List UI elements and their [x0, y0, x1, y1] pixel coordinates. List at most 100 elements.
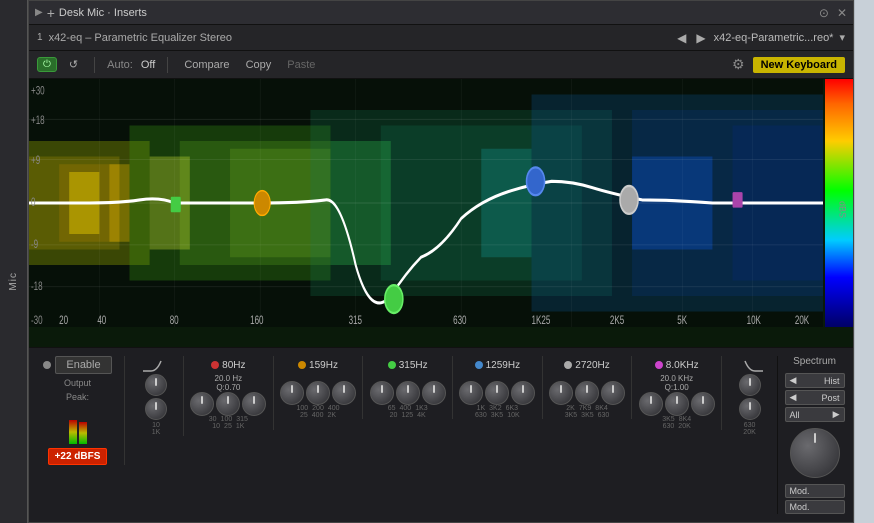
band-2720hz-q-knob[interactable] — [601, 381, 625, 405]
hp-knob-1[interactable] — [145, 374, 167, 396]
enable-button[interactable]: Enable — [55, 356, 111, 374]
band-80hz-label: 80Hz — [222, 360, 245, 371]
band-315hz-dot — [388, 361, 396, 369]
band-8khz-q-knob[interactable] — [691, 392, 715, 416]
eq-display: +30 +18 +9 0 -9 -18 -30 20 40 80 160 315… — [29, 79, 853, 347]
hp-icon — [141, 357, 171, 373]
band-8khz-freq-knob[interactable] — [665, 392, 689, 416]
meter-right — [79, 422, 87, 444]
band-2720hz-knobs — [549, 381, 625, 405]
plugin-filename: x42-eq-Parametric...reo* — [714, 32, 834, 44]
plugin-menu-arrow[interactable]: ▾ — [839, 31, 845, 44]
pin-button[interactable]: ⊙ — [819, 6, 829, 20]
svg-text:20: 20 — [59, 314, 68, 327]
lp-freq-labels: 630 20K — [743, 422, 755, 436]
band-1259hz-freq-knob[interactable] — [485, 381, 509, 405]
band-315hz-label: 315Hz — [399, 360, 428, 371]
svg-text:2K5: 2K5 — [610, 314, 624, 327]
band-159hz-section: 159Hz 100200400 254002K — [274, 356, 364, 419]
svg-text:-9: -9 — [31, 238, 38, 251]
prev-plugin-button[interactable]: ◀ — [675, 31, 688, 45]
mod1-button[interactable]: Mod. — [785, 484, 845, 498]
title-bar-text: Desk Mic · Inserts — [59, 7, 811, 19]
hist-button[interactable]: ◀ Hist — [785, 373, 845, 388]
band-159hz-ranges: 100200400 — [296, 405, 339, 412]
band-2720hz-ranges: 2K7K98K4 — [566, 405, 608, 412]
mod2-button[interactable]: Mod. — [785, 500, 845, 514]
svg-text:1K25: 1K25 — [532, 314, 551, 327]
right-panel: Spectrum ◀ Hist ◀ Post All ▶ — [777, 356, 847, 514]
band-1259hz-q-knob[interactable] — [511, 381, 535, 405]
plugin-selector-bar: 1 x42-eq – Parametric Equalizer Stereo ◀… — [29, 25, 853, 51]
settings-icon[interactable]: ⚙ — [732, 56, 745, 73]
copy-button[interactable]: Copy — [242, 58, 276, 72]
hp-freq-labels: 10 1K — [152, 422, 161, 436]
band-1259hz-section: 1259Hz 1K3K26K3 6303K510K — [453, 356, 543, 419]
hp-filter-section: 10 1K — [129, 356, 184, 436]
band-80hz-gain-knob[interactable] — [190, 392, 214, 416]
plugin-index: 1 — [37, 32, 43, 43]
band-2720hz-freq-knob[interactable] — [575, 381, 599, 405]
output-meter — [69, 404, 87, 444]
plugin-name[interactable]: x42-eq – Parametric Equalizer Stereo — [49, 32, 670, 44]
band-8khz-gain-knob[interactable] — [639, 392, 663, 416]
lp-knob-2[interactable] — [739, 398, 761, 420]
controls-row: Enable Output Peak: +22 dBFS — [35, 352, 847, 518]
svg-text:10K: 10K — [747, 314, 761, 327]
svg-text:80: 80 — [170, 314, 179, 327]
hist-label: Hist — [824, 376, 840, 386]
band-1259hz-ranges2: 6303K510K — [475, 412, 520, 419]
band-80hz-header: 80Hz — [211, 356, 245, 374]
auto-value[interactable]: Off — [141, 59, 155, 71]
enable-section: Enable Output Peak: +22 dBFS — [35, 356, 125, 465]
band-159hz-knobs — [280, 381, 356, 405]
band-2720hz-ranges2: 3K53K5630 — [565, 412, 610, 419]
band-1259hz-ranges: 1K3K26K3 — [477, 405, 519, 412]
spectrum-label: Spectrum — [793, 356, 836, 367]
bypass-button[interactable]: ↺ — [65, 57, 82, 72]
band-315hz-section: 315Hz 654001K3 201254K — [363, 356, 453, 419]
add-insert-button[interactable]: + — [47, 5, 55, 21]
lp-header — [735, 356, 765, 374]
band-1259hz-gain-knob[interactable] — [459, 381, 483, 405]
lp-icon — [735, 357, 765, 373]
band-80hz-q-knob[interactable] — [242, 392, 266, 416]
band-159hz-gain-knob[interactable] — [280, 381, 304, 405]
main-output-knob[interactable] — [790, 428, 840, 478]
next-plugin-button[interactable]: ▶ — [694, 31, 707, 45]
band-315hz-info — [407, 374, 409, 381]
post-button[interactable]: ◀ Post — [785, 390, 845, 405]
svg-text:5K: 5K — [677, 314, 687, 327]
band-315hz-gain-knob[interactable] — [370, 381, 394, 405]
new-keyboard-button[interactable]: New Keyboard — [753, 57, 845, 73]
band-80hz-section: 80Hz 20.0 Hz Q:0.70 30100315 10251K — [184, 356, 274, 430]
band-2720hz-gain-knob[interactable] — [549, 381, 573, 405]
band-2720hz-dot — [564, 361, 572, 369]
band-8khz-info: 20.0 KHz Q:1.00 — [660, 374, 693, 392]
hp-knob-2[interactable] — [145, 398, 167, 420]
close-button[interactable]: ✕ — [837, 6, 847, 20]
band-8khz-dot — [655, 361, 663, 369]
power-button[interactable]: ⏻ — [37, 57, 57, 72]
left-track-area: Mic — [0, 0, 28, 523]
mod1-label: Mod. — [790, 486, 810, 496]
band-315hz-freq-knob[interactable] — [396, 381, 420, 405]
enable-dot — [43, 361, 51, 369]
band-1259hz-info — [496, 374, 498, 381]
lp-knob-1[interactable] — [739, 374, 761, 396]
peak-display[interactable]: +22 dBFS — [48, 448, 108, 465]
collapse-arrow[interactable]: ▶ — [35, 7, 43, 18]
band-2720hz-section: 2720Hz 2K7K98K4 3K53K5630 — [543, 356, 633, 419]
band-315hz-q-knob[interactable] — [422, 381, 446, 405]
band-159hz-q-knob[interactable] — [332, 381, 356, 405]
svg-text:630: 630 — [453, 314, 467, 327]
svg-text:-18: -18 — [31, 280, 43, 293]
paste-button[interactable]: Paste — [283, 58, 319, 72]
compare-button[interactable]: Compare — [180, 58, 233, 72]
svg-text:+30: +30 — [31, 85, 45, 98]
band-159hz-freq-knob[interactable] — [306, 381, 330, 405]
mod2-label: Mod. — [790, 502, 810, 512]
all-button[interactable]: All ▶ — [785, 407, 845, 422]
band-80hz-freq-knob[interactable] — [216, 392, 240, 416]
band-2720hz-info — [586, 374, 588, 381]
